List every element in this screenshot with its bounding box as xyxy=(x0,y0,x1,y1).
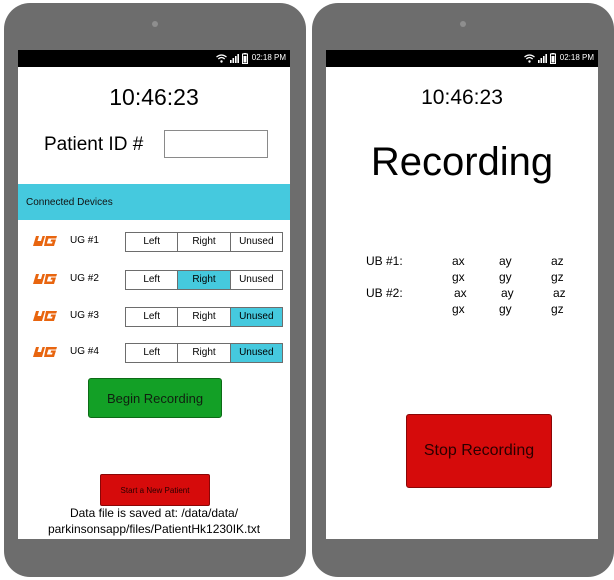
side-option-right[interactable]: Right xyxy=(177,233,229,251)
ug-logo-icon xyxy=(33,347,57,357)
side-option-right[interactable]: Right xyxy=(177,308,229,326)
status-bar: 02:18 PM xyxy=(326,50,598,67)
screen-setup: 02:18 PM 10:46:23 Patient ID # Connected… xyxy=(18,50,290,539)
ub1-az: az xyxy=(551,254,564,268)
device-name: UG #2 xyxy=(70,273,99,284)
save-path-line-1: Data file is saved at: /data/data/ xyxy=(69,506,239,520)
device-name: UG #4 xyxy=(70,346,99,357)
ub1-gz: gz xyxy=(551,270,564,284)
side-option-unused[interactable]: Unused xyxy=(229,344,282,362)
side-option-unused[interactable]: Unused xyxy=(229,271,282,289)
ub2-gx: gx xyxy=(452,302,465,316)
status-time: 02:18 PM xyxy=(559,53,594,62)
side-selector: Left Right Unused xyxy=(125,307,283,327)
patient-id-input[interactable] xyxy=(164,130,268,158)
ub1-gy: gy xyxy=(499,270,512,284)
start-new-patient-button[interactable]: Start a New Patient xyxy=(100,474,210,506)
signal-icon xyxy=(230,53,239,63)
device-row: UG #2 Left Right Unused xyxy=(18,268,290,290)
ug-logo-icon xyxy=(33,236,57,246)
side-option-left[interactable]: Left xyxy=(126,308,177,326)
phone-frame-right: 02:18 PM 10:46:23 Recording UB #1: UB #2… xyxy=(312,3,614,577)
patient-id-label: Patient ID # xyxy=(44,134,144,155)
device-name: UG #1 xyxy=(70,235,99,246)
ug-logo-icon xyxy=(33,274,57,284)
side-selector: Left Right Unused xyxy=(125,343,283,363)
side-option-unused[interactable]: Unused xyxy=(229,308,282,326)
ub2-label: UB #2: xyxy=(366,286,403,300)
device-row: UG #1 Left Right Unused xyxy=(18,230,290,252)
camera-dot xyxy=(152,21,158,27)
screen-recording: 02:18 PM 10:46:23 Recording UB #1: UB #2… xyxy=(326,50,598,539)
side-option-left[interactable]: Left xyxy=(126,233,177,251)
signal-icon xyxy=(538,53,547,63)
side-option-right[interactable]: Right xyxy=(177,271,230,289)
ub1-label: UB #1: xyxy=(366,254,403,268)
ub1-gx: gx xyxy=(452,270,465,284)
ub2-ay: ay xyxy=(501,286,514,300)
device-row: UG #3 Left Right Unused xyxy=(18,305,290,327)
side-selector: Left Right Unused xyxy=(125,232,283,252)
stop-recording-button[interactable]: Stop Recording xyxy=(406,414,552,488)
clock: 10:46:23 xyxy=(109,84,199,110)
device-name: UG #3 xyxy=(70,310,99,321)
save-path-note: Data file is saved at: /data/data/ parki… xyxy=(18,505,290,537)
battery-icon xyxy=(550,52,556,64)
ub2-gy: gy xyxy=(499,302,512,316)
status-time: 02:18 PM xyxy=(251,53,286,62)
ub2-gz: gz xyxy=(551,302,564,316)
ub1-ax: ax xyxy=(452,254,465,268)
side-option-left[interactable]: Left xyxy=(126,271,177,289)
ub2-az: az xyxy=(553,286,566,300)
side-selector: Left Right Unused xyxy=(125,270,283,290)
battery-icon xyxy=(242,52,248,64)
begin-recording-button[interactable]: Begin Recording xyxy=(88,378,222,418)
side-option-left[interactable]: Left xyxy=(126,344,177,362)
camera-dot xyxy=(460,21,466,27)
wifi-icon xyxy=(524,53,535,63)
ub1-ay: ay xyxy=(499,254,512,268)
status-icons xyxy=(524,51,556,65)
connected-devices-title: Connected Devices xyxy=(26,197,113,208)
status-icons xyxy=(216,51,248,65)
clock: 10:46:23 xyxy=(421,86,503,109)
ub2-ax: ax xyxy=(454,286,467,300)
save-path-line-2: parkinsonsapp/files/PatientHk1230IK.txt xyxy=(47,522,261,536)
side-option-right[interactable]: Right xyxy=(177,344,229,362)
status-bar: 02:18 PM xyxy=(18,50,290,67)
recording-title: Recording xyxy=(370,140,554,184)
connected-devices-header: Connected Devices xyxy=(18,184,290,220)
wifi-icon xyxy=(216,53,227,63)
phone-frame-left: 02:18 PM 10:46:23 Patient ID # Connected… xyxy=(4,3,306,577)
device-row: UG #4 Left Right Unused xyxy=(18,341,290,363)
side-option-unused[interactable]: Unused xyxy=(229,233,282,251)
ug-logo-icon xyxy=(33,311,57,321)
